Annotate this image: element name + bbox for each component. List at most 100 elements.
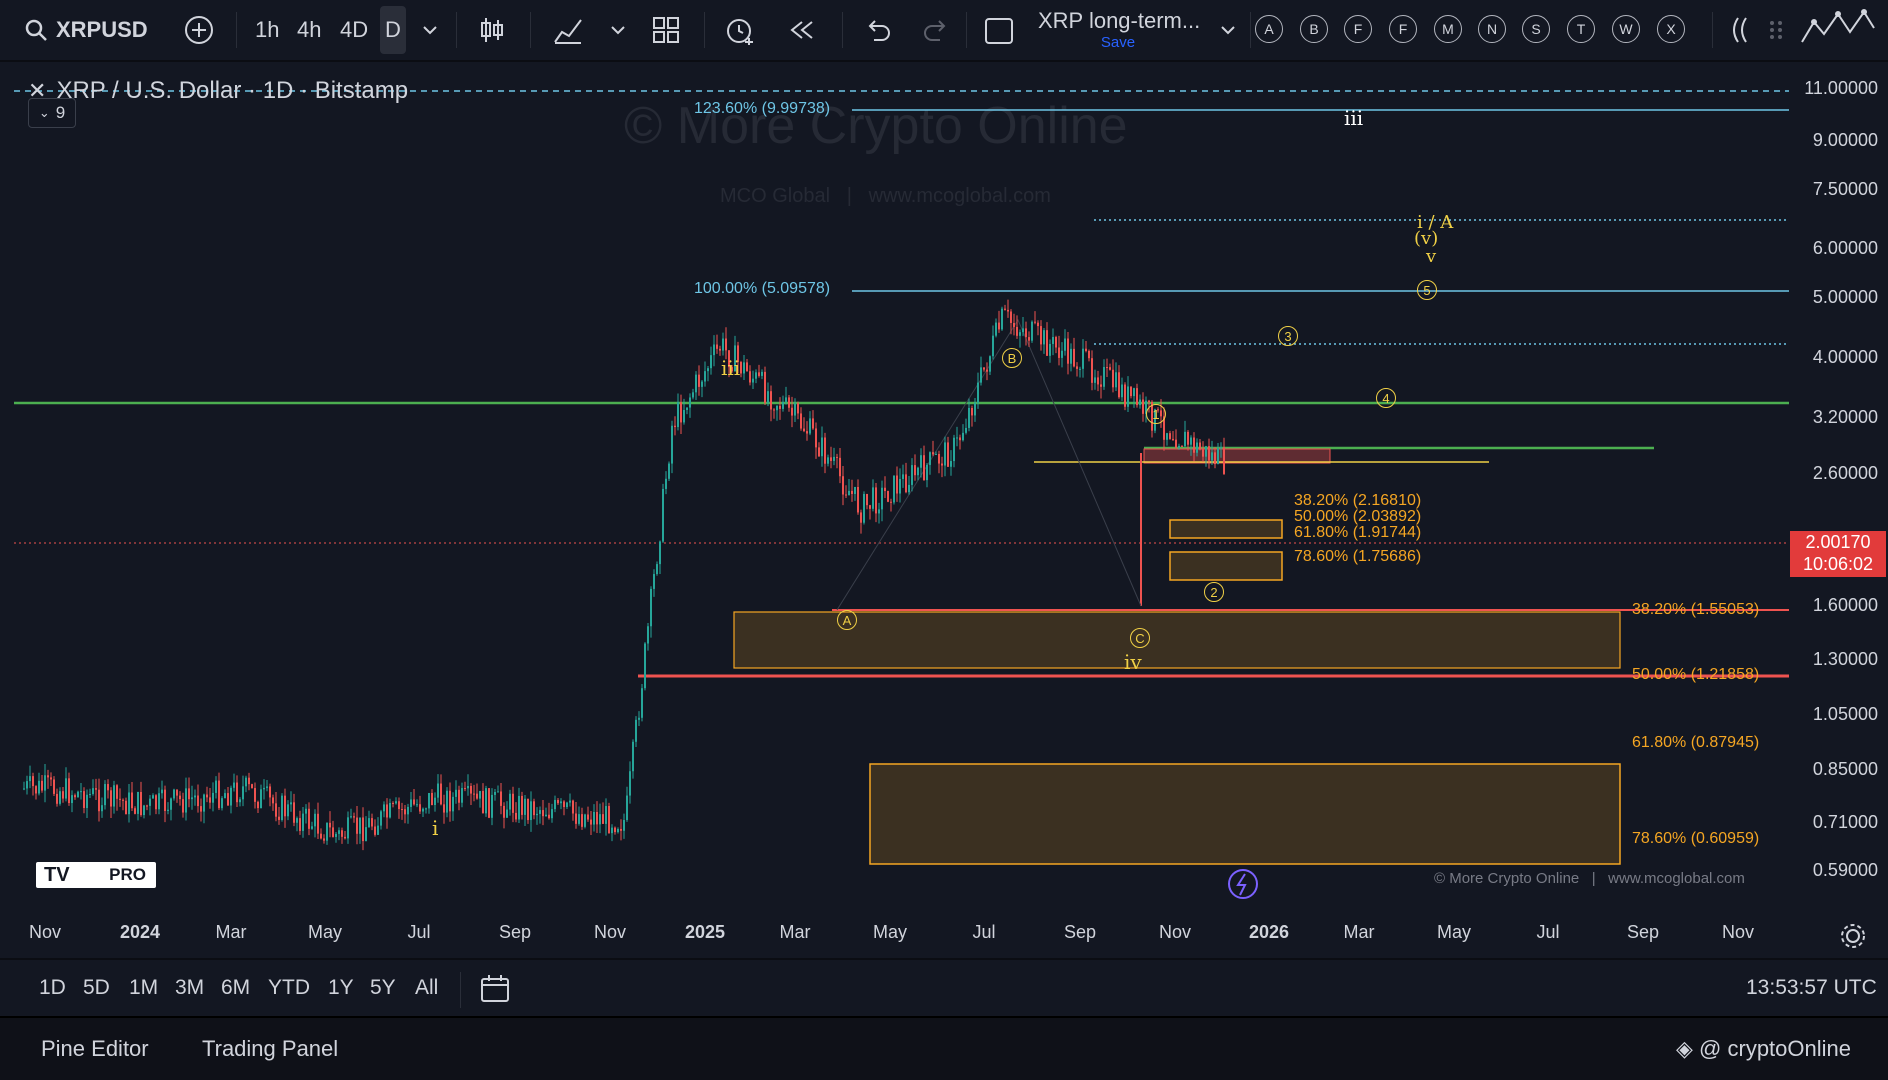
candle-body (116, 785, 118, 799)
range-bar: 1D 5D 1M 3M 6M YTD 1Y 5Y All 13:53:57 UT… (0, 958, 1888, 1018)
candle-body (266, 786, 268, 788)
layout-name-button[interactable]: XRP long-term... Save (1038, 8, 1200, 51)
symbol-search[interactable]: XRPUSD (24, 0, 148, 60)
interval-4d[interactable]: 4D (340, 0, 368, 60)
candle-body (833, 456, 835, 461)
indicators-icon[interactable] (552, 14, 584, 46)
range-3m[interactable]: 3M (175, 976, 204, 1000)
candle-body (854, 486, 856, 494)
candle-body (752, 378, 754, 383)
candle-body (764, 371, 766, 403)
candle-body (107, 784, 109, 791)
parentheses-icon[interactable] (1726, 14, 1758, 46)
candle-body (251, 784, 253, 789)
candle-body (626, 795, 628, 821)
chevron-down-icon[interactable] (602, 14, 634, 46)
candle-body (1055, 337, 1057, 348)
ai-sparkle-icon[interactable] (1219, 868, 1261, 902)
time-label: May (1436, 922, 1472, 942)
drawing-m-button[interactable]: M (1434, 15, 1462, 43)
candle-body (293, 802, 295, 823)
drawing-a-button[interactable]: A (1255, 15, 1283, 43)
elliott-wave-tool-icon[interactable] (1798, 8, 1878, 48)
chevron-down-icon[interactable] (1212, 14, 1244, 46)
candle-body (1178, 445, 1180, 448)
drawing-s-button[interactable]: S (1522, 15, 1550, 43)
candle-body (392, 802, 394, 804)
candle-body (92, 788, 94, 794)
candle-body (782, 401, 784, 409)
interval-1h[interactable]: 1h (255, 0, 279, 60)
candle-body (254, 788, 256, 802)
add-symbol-icon[interactable] (183, 14, 215, 46)
range-ytd[interactable]: YTD (268, 976, 310, 1000)
candle-body (620, 828, 622, 831)
candle-body (872, 487, 874, 509)
drawing-f-button[interactable]: F (1344, 15, 1372, 43)
candle-body (260, 789, 262, 809)
drawing-t-button[interactable]: T (1567, 15, 1595, 43)
candle-body (710, 355, 712, 369)
candle-body (497, 791, 499, 793)
range-1d[interactable]: 1D (39, 976, 66, 1000)
range-1m[interactable]: 1M (129, 976, 158, 1000)
candle-body (998, 322, 1000, 330)
range-all[interactable]: All (415, 976, 438, 1000)
candles-icon[interactable] (476, 14, 508, 46)
price-axis[interactable]: 11.00000 9.00000 7.50000 6.00000 5.00000… (1789, 68, 1888, 958)
chevron-down-icon: ⌄ (38, 105, 50, 120)
utc-clock[interactable]: 13:53:57 UTC (1746, 976, 1877, 1000)
drawing-f2-button[interactable]: F (1389, 15, 1417, 43)
candle-body (605, 806, 607, 824)
time-axis[interactable]: Nov 2024 Mar May Jul Sep Nov 2025 Mar Ma… (14, 912, 1789, 958)
candle-body (1136, 388, 1138, 406)
candle-body (1169, 433, 1171, 439)
time-label: 2024 (119, 922, 161, 942)
candle-body (536, 813, 538, 816)
drawing-b-button[interactable]: B (1300, 15, 1328, 43)
drawing-x-button[interactable]: X (1657, 15, 1685, 43)
range-6m[interactable]: 6M (221, 976, 250, 1000)
indicators-toggle[interactable]: ⌄ 9 (28, 98, 76, 128)
candle-body (788, 397, 790, 408)
settings-gear-icon[interactable] (1839, 922, 1867, 950)
chart-legend: ✕ XRP / U.S. Dollar · 1D · Bitstamp (28, 77, 408, 105)
candle-body (191, 797, 193, 800)
replay-icon[interactable] (786, 14, 818, 46)
candle-body (1127, 386, 1129, 407)
interval-d-active[interactable]: D (380, 6, 406, 54)
wave-b-marker: B (1002, 348, 1022, 368)
pine-editor-tab[interactable]: Pine Editor (41, 1036, 149, 1062)
drawing-n-button[interactable]: N (1478, 15, 1506, 43)
candle-body (1109, 367, 1111, 370)
trading-panel-tab[interactable]: Trading Panel (202, 1036, 338, 1062)
drawing-w-button[interactable]: W (1612, 15, 1640, 43)
fullscreen-box-icon[interactable] (984, 14, 1016, 46)
fib-big-786-label: 78.60% (0.60959) (1632, 830, 1760, 847)
price-label: 4.00000 (1812, 347, 1878, 367)
candle-body (725, 338, 727, 351)
redo-icon[interactable] (920, 14, 952, 46)
candle-body (1142, 399, 1144, 414)
drag-handle-icon[interactable] (1760, 14, 1792, 46)
candle-body (518, 795, 520, 820)
interval-4h[interactable]: 4h (297, 0, 321, 60)
fib-ext-123-label: 123.60% (9.99738) (694, 100, 831, 117)
range-1y[interactable]: 1Y (328, 976, 354, 1000)
candle-body (29, 776, 31, 782)
chevron-down-icon[interactable] (414, 14, 446, 46)
alert-icon[interactable] (724, 14, 756, 46)
save-button[interactable]: Save (1038, 34, 1198, 51)
undo-icon[interactable] (862, 14, 894, 46)
layouts-icon[interactable] (650, 14, 682, 46)
chart-pane[interactable]: © More Crypto Online MCO Global | www.mc… (14, 68, 1789, 958)
candle-body (1118, 372, 1120, 398)
candle-body (911, 465, 913, 485)
candle-body (1130, 386, 1132, 397)
calendar-range-icon[interactable] (478, 972, 512, 1006)
candle-body (311, 826, 313, 829)
range-5d[interactable]: 5D (83, 976, 110, 1000)
candle-body (563, 801, 565, 808)
candle-body (179, 795, 181, 800)
range-5y[interactable]: 5Y (370, 976, 396, 1000)
